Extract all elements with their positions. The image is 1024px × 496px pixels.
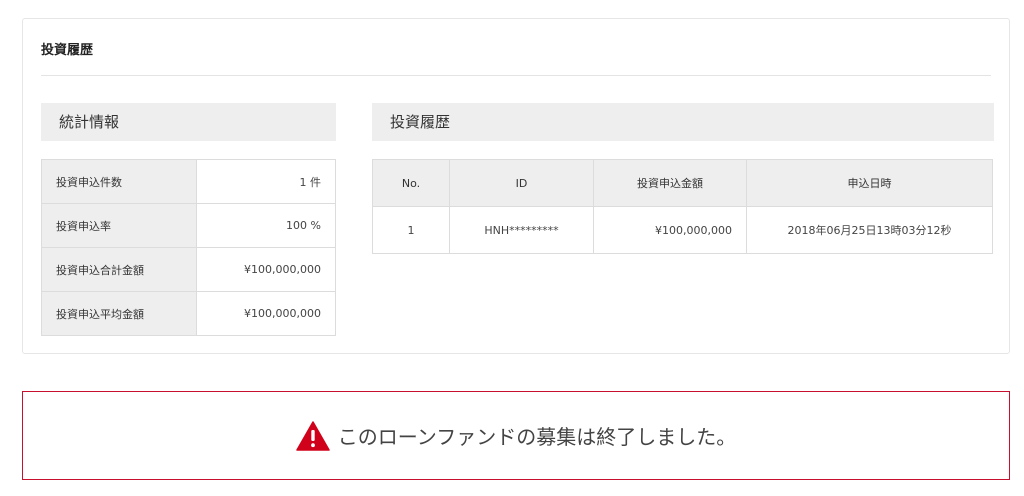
stats-label: 投資申込平均金額 [41, 291, 197, 336]
investment-history-card: 投資履歴 統計情報 投資履歴 投資申込件数 1 件 投資申込率 100 % 投資… [22, 18, 1010, 354]
stats-row-rate: 投資申込率 100 % [41, 203, 336, 248]
table-row: 1 HNH********* ¥100,000,000 2018年06月25日1… [372, 206, 993, 254]
stats-label: 投資申込件数 [41, 159, 197, 204]
closed-notice: このローンファンドの募集は終了しました。 [22, 391, 1010, 480]
column-header-no: No. [372, 159, 450, 207]
history-section-heading: 投資履歴 [372, 103, 994, 141]
card-title: 投資履歴 [41, 43, 94, 58]
stats-value: ¥100,000,000 [196, 291, 336, 336]
stats-table: 投資申込件数 1 件 投資申込率 100 % 投資申込合計金額 ¥100,000… [41, 159, 336, 336]
cell-id: HNH********* [449, 206, 594, 254]
history-table: No. ID 投資申込金額 申込日時 1 HNH********* ¥100,0… [372, 159, 993, 254]
stats-section-heading: 統計情報 [41, 103, 336, 141]
stats-row-average: 投資申込平均金額 ¥100,000,000 [41, 291, 336, 336]
stats-row-total: 投資申込合計金額 ¥100,000,000 [41, 247, 336, 292]
stats-row-count: 投資申込件数 1 件 [41, 159, 336, 204]
stats-value: 1 件 [196, 159, 336, 204]
stats-value: ¥100,000,000 [196, 247, 336, 292]
warning-icon [296, 420, 330, 451]
cell-datetime: 2018年06月25日13時03分12秒 [746, 206, 993, 254]
cell-no: 1 [372, 206, 450, 254]
stats-label: 投資申込合計金額 [41, 247, 197, 292]
notice-text: このローンファンドの募集は終了しました。 [337, 425, 737, 449]
card-divider [41, 75, 991, 76]
cell-amount: ¥100,000,000 [593, 206, 747, 254]
column-header-datetime: 申込日時 [746, 159, 993, 207]
column-header-amount: 投資申込金額 [593, 159, 747, 207]
stats-label: 投資申込率 [41, 203, 197, 248]
history-header-row: No. ID 投資申込金額 申込日時 [372, 159, 993, 207]
stats-value: 100 % [196, 203, 336, 248]
column-header-id: ID [449, 159, 594, 207]
